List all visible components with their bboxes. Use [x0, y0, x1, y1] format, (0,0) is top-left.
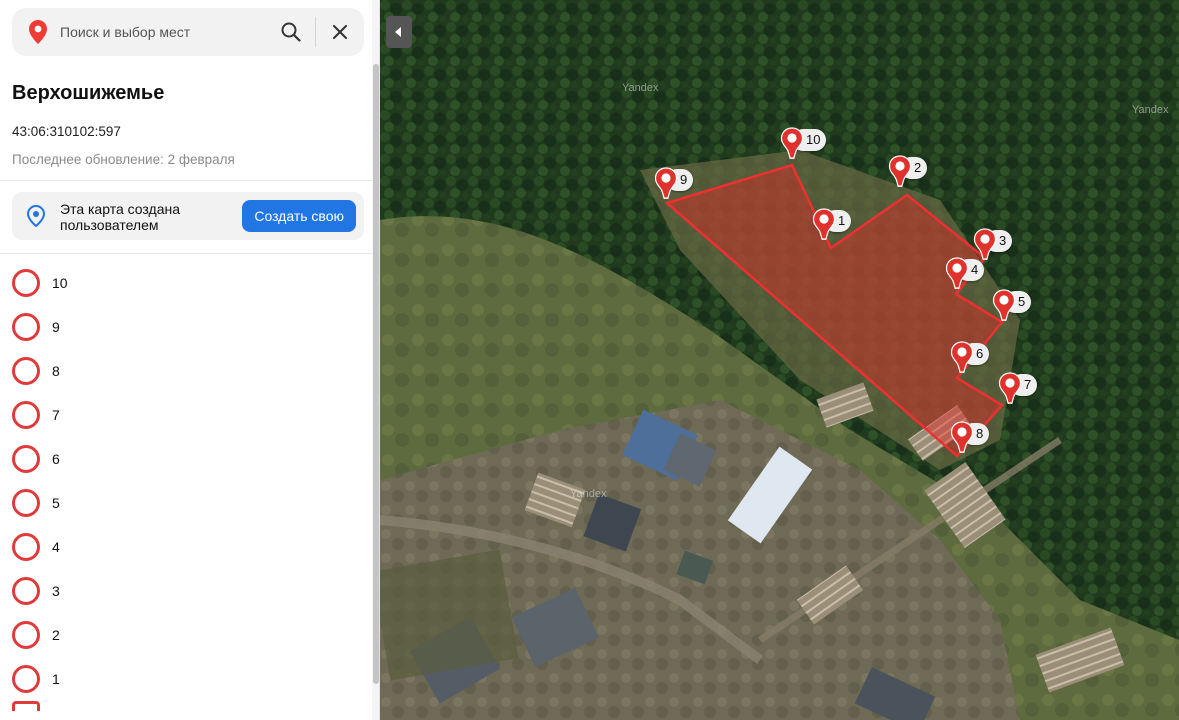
list-item[interactable]: 1	[0, 657, 372, 701]
map-marker-9[interactable]: 9	[654, 167, 694, 200]
last-update-text: Последнее обновление: 2 февраля	[12, 152, 235, 167]
points-list: 10 9 8 7 6 5 4 3 2 1	[0, 261, 372, 711]
close-icon	[333, 25, 347, 39]
map-marker-8[interactable]: 8	[950, 421, 990, 454]
point-label: 6	[52, 451, 60, 467]
scrollbar-thumb[interactable]	[373, 64, 379, 684]
point-label: 10	[52, 275, 68, 291]
map-marker-7[interactable]: 7	[998, 372, 1038, 405]
point-ring-icon	[12, 665, 40, 693]
map-pin-icon	[812, 208, 836, 241]
satellite-imagery	[380, 0, 1179, 720]
search-button[interactable]	[273, 14, 309, 50]
map-marker-4[interactable]: 4	[945, 257, 985, 290]
point-ring-icon	[12, 357, 40, 385]
geo-location-icon	[26, 204, 46, 232]
point-ring-icon	[12, 489, 40, 517]
point-label: 3	[52, 583, 60, 599]
point-label: 5	[52, 495, 60, 511]
point-ring-icon	[12, 445, 40, 473]
point-ring-icon	[12, 701, 40, 711]
list-item[interactable]: 3	[0, 569, 372, 613]
divider	[0, 253, 375, 254]
map-marker-10[interactable]: 10	[780, 127, 827, 160]
point-ring-icon	[12, 401, 40, 429]
banner-text: Эта карта создана пользователем	[60, 201, 180, 233]
map-marker-2[interactable]: 2	[888, 155, 928, 188]
map-pin-icon	[654, 167, 678, 200]
close-button[interactable]	[322, 14, 358, 50]
point-label: 8	[52, 363, 60, 379]
search-separator	[315, 17, 316, 47]
create-map-button[interactable]: Создать свою	[242, 200, 356, 232]
list-item[interactable]: 10	[0, 261, 372, 305]
point-label: 7	[52, 407, 60, 423]
map-pin-icon	[26, 20, 50, 44]
satellite-map[interactable]: Yandex Yandex Yandex 1 2 3 4 5 6 7 8 9 10	[380, 0, 1179, 720]
magnifier-icon	[281, 22, 301, 42]
list-item[interactable]: 5	[0, 481, 372, 525]
map-watermark: Yandex	[570, 488, 607, 500]
collapse-panel-button[interactable]	[386, 16, 412, 48]
map-pin-icon	[950, 421, 974, 454]
user-map-banner: Эта карта создана пользователем Создать …	[12, 192, 364, 240]
point-ring-icon	[12, 533, 40, 561]
map-marker-5[interactable]: 5	[992, 289, 1032, 322]
point-ring-icon	[12, 577, 40, 605]
point-ring-icon	[12, 621, 40, 649]
point-label: 2	[52, 627, 60, 643]
search-bar	[12, 8, 364, 56]
place-title: Верхошижемье	[12, 82, 165, 104]
divider	[0, 180, 375, 181]
map-pin-icon	[888, 155, 912, 188]
list-item[interactable]: 9	[0, 305, 372, 349]
point-label: 9	[52, 319, 60, 335]
map-watermark: Yandex	[1132, 104, 1169, 116]
list-item[interactable]: 7	[0, 393, 372, 437]
map-pin-icon	[945, 257, 969, 290]
list-item-partial[interactable]	[0, 701, 372, 711]
chevron-left-icon	[395, 27, 401, 37]
point-ring-icon	[12, 269, 40, 297]
map-pin-icon	[998, 372, 1022, 405]
sidebar-panel: Верхошижемье 43:06:310102:597 Последнее …	[0, 0, 380, 720]
map-pin-icon	[950, 341, 974, 374]
point-ring-icon	[12, 313, 40, 341]
list-item[interactable]: 4	[0, 525, 372, 569]
map-marker-3[interactable]: 3	[973, 228, 1013, 261]
map-marker-6[interactable]: 6	[950, 341, 990, 374]
point-label: 1	[52, 671, 60, 687]
search-input[interactable]	[60, 8, 273, 56]
map-pin-icon	[992, 289, 1016, 322]
list-item[interactable]: 8	[0, 349, 372, 393]
cadastral-number: 43:06:310102:597	[12, 124, 121, 139]
map-pin-icon	[973, 228, 997, 261]
map-watermark: Yandex	[622, 82, 659, 94]
list-item[interactable]: 6	[0, 437, 372, 481]
map-pin-icon	[780, 127, 804, 160]
list-item[interactable]: 2	[0, 613, 372, 657]
point-label: 4	[52, 539, 60, 555]
map-marker-1[interactable]: 1	[812, 208, 852, 241]
